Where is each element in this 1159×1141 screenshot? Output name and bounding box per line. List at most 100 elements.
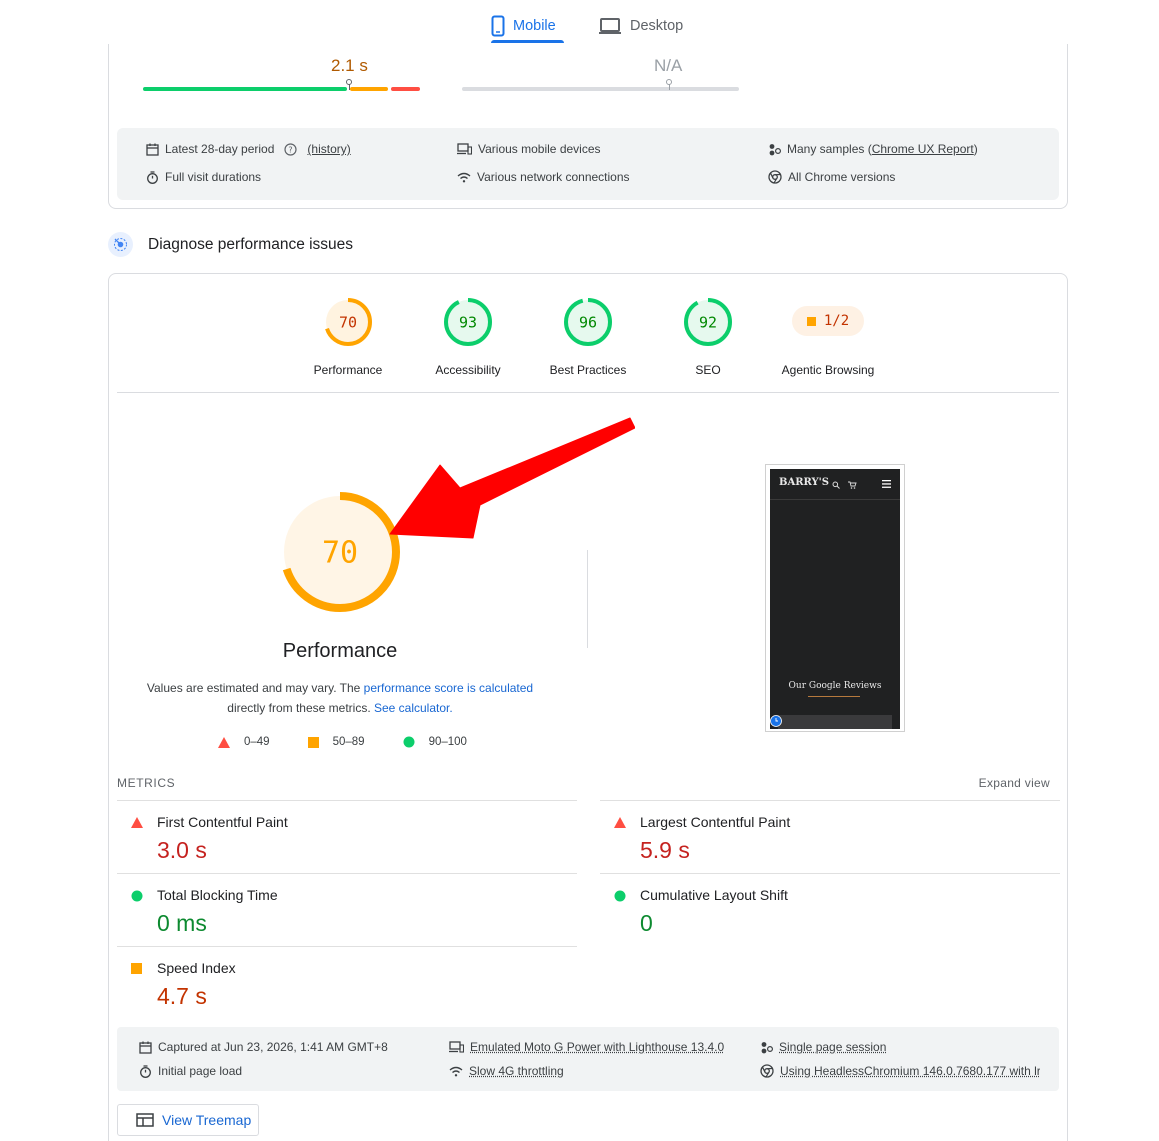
legend-average: 50–89 xyxy=(308,736,365,748)
metric-name: Cumulative Layout Shift xyxy=(640,887,788,903)
run-device: Emulated Moto G Power with Lighthouse 13… xyxy=(449,1040,724,1054)
site-logo: BARRY'S xyxy=(779,477,829,488)
metric-name: Speed Index xyxy=(157,960,236,976)
run-device-text[interactable]: Emulated Moto G Power with Lighthouse 13… xyxy=(470,1040,724,1054)
laptop-icon xyxy=(598,17,622,35)
run-throttling-text[interactable]: Slow 4G throttling xyxy=(469,1064,564,1078)
run-browser-text[interactable]: Using HeadlessChromium 146.0.7680.177 wi… xyxy=(780,1064,1040,1078)
green-circle-icon xyxy=(131,890,143,902)
field-metric-value: 2.1 s xyxy=(331,56,368,76)
gauge-ring: 93 xyxy=(443,297,493,347)
metric-value: 0 xyxy=(640,910,653,937)
gauge-score: 93 xyxy=(459,313,477,331)
metric-name: Largest Contentful Paint xyxy=(640,814,790,830)
red-annotation-arrow xyxy=(385,410,635,540)
red-triangle-icon xyxy=(614,817,626,828)
stopwatch-icon xyxy=(139,1065,152,1078)
legend-fail-range: 0–49 xyxy=(244,736,270,748)
samples-suffix: ) xyxy=(974,142,978,156)
tab-desktop-label: Desktop xyxy=(630,18,683,34)
field-metric-na-text: N/A xyxy=(654,56,682,75)
metric-value: 5.9 s xyxy=(640,837,690,864)
legend-pass-range: 90–100 xyxy=(429,736,467,748)
see-calculator-link[interactable]: See calculator. xyxy=(374,701,453,715)
distribution-good-segment xyxy=(143,87,347,91)
distribution-poor-segment xyxy=(391,87,420,91)
device-tabs: Mobile Desktop xyxy=(0,0,1159,44)
metric-value: 0 ms xyxy=(157,910,207,937)
screenshot-widget-bar xyxy=(778,715,892,729)
search-icon xyxy=(832,481,840,489)
reviews-heading: Our Google Reviews xyxy=(770,681,900,691)
tab-mobile-label: Mobile xyxy=(513,18,556,34)
tab-desktop[interactable]: Desktop xyxy=(598,8,683,44)
gauge-ring: 92 xyxy=(683,297,733,347)
metric-first-contentful-paint: First Contentful Paint 3.0 s xyxy=(117,800,577,873)
info-devices-text: Various mobile devices xyxy=(478,142,601,156)
run-session-text[interactable]: Single page session xyxy=(779,1040,886,1054)
chrome-icon xyxy=(760,1064,774,1078)
screenshot-page: BARRY'S Our Google Reviews xyxy=(770,469,900,729)
score-legend: 0–49 50–89 90–100 xyxy=(218,736,467,748)
lighthouse-icon xyxy=(108,232,133,257)
metric-name: Total Blocking Time xyxy=(157,887,278,903)
category-gauge-best-practices[interactable]: 96 Best Practices xyxy=(528,297,648,377)
legend-pass: 90–100 xyxy=(403,736,467,748)
gauge-label: SEO xyxy=(648,363,768,377)
chrome-ux-report-link[interactable]: Chrome UX Report xyxy=(872,142,974,156)
info-durations-text: Full visit durations xyxy=(165,170,261,184)
agentic-score-pill: 1/2 xyxy=(792,306,864,336)
run-browser: Using HeadlessChromium 146.0.7680.177 wi… xyxy=(760,1064,1040,1078)
red-triangle-icon xyxy=(131,817,143,828)
info-samples-text: Many samples (Chrome UX Report) xyxy=(787,142,978,156)
history-link[interactable]: (history) xyxy=(307,142,350,156)
run-throttling: Slow 4G throttling xyxy=(449,1064,564,1078)
estimate-text-2: directly from these metrics. xyxy=(227,701,374,715)
metric-speed-index: Speed Index 4.7 s xyxy=(117,946,577,1019)
field-metric-na: N/A xyxy=(654,56,682,76)
green-circle-icon xyxy=(614,890,626,902)
info-network: Various network connections xyxy=(457,170,630,184)
gauge-label: Accessibility xyxy=(408,363,528,377)
clock-badge-icon xyxy=(770,715,782,727)
svg-text:?: ? xyxy=(289,145,293,154)
category-agentic-browsing[interactable]: 1/2 Agentic Browsing xyxy=(768,297,888,377)
category-gauge-accessibility[interactable]: 93 Accessibility xyxy=(408,297,528,377)
help-icon[interactable]: ? xyxy=(284,143,297,156)
gauge-score: 92 xyxy=(699,313,717,331)
info-period-text: Latest 28-day period xyxy=(165,142,274,156)
info-network-text: Various network connections xyxy=(477,170,630,184)
performance-heading: Performance xyxy=(240,640,440,663)
divider xyxy=(117,392,1059,393)
expand-view-toggle[interactable]: Expand view xyxy=(979,776,1050,790)
red-triangle-icon xyxy=(218,737,230,748)
metric-largest-contentful-paint: Largest Contentful Paint 5.9 s xyxy=(600,800,1060,873)
agentic-score: 1/2 xyxy=(824,313,849,329)
cart-icon xyxy=(848,481,860,489)
active-tab-indicator xyxy=(491,40,564,43)
run-load: Initial page load xyxy=(139,1064,242,1078)
orange-square-icon xyxy=(131,963,142,974)
metric-value: 4.7 s xyxy=(157,983,207,1010)
final-screenshot[interactable]: BARRY'S Our Google Reviews xyxy=(765,464,905,732)
vertical-separator xyxy=(587,550,588,648)
hamburger-menu-icon xyxy=(882,480,891,488)
info-devices: Various mobile devices xyxy=(457,142,601,156)
info-samples: Many samples (Chrome UX Report) xyxy=(768,142,978,156)
view-treemap-button[interactable]: View Treemap xyxy=(117,1104,259,1136)
metric-name: First Contentful Paint xyxy=(157,814,288,830)
mobile-phone-icon xyxy=(491,15,505,37)
tab-mobile[interactable]: Mobile xyxy=(491,8,556,44)
score-calculated-link[interactable]: performance score is calculated xyxy=(364,681,533,695)
orange-square-icon xyxy=(308,737,319,748)
reviews-underline xyxy=(808,696,860,697)
wifi-icon xyxy=(457,172,471,183)
devices-icon xyxy=(449,1041,464,1053)
metric-total-blocking-time: Total Blocking Time 0 ms xyxy=(117,873,577,946)
green-circle-icon xyxy=(403,736,415,748)
category-gauge-seo[interactable]: 92 SEO xyxy=(648,297,768,377)
category-gauge-performance[interactable]: 70 Performance xyxy=(288,297,408,377)
distribution-average-segment xyxy=(350,87,388,91)
treemap-icon xyxy=(136,1113,154,1127)
metric-cumulative-layout-shift: Cumulative Layout Shift 0 xyxy=(600,873,1060,946)
